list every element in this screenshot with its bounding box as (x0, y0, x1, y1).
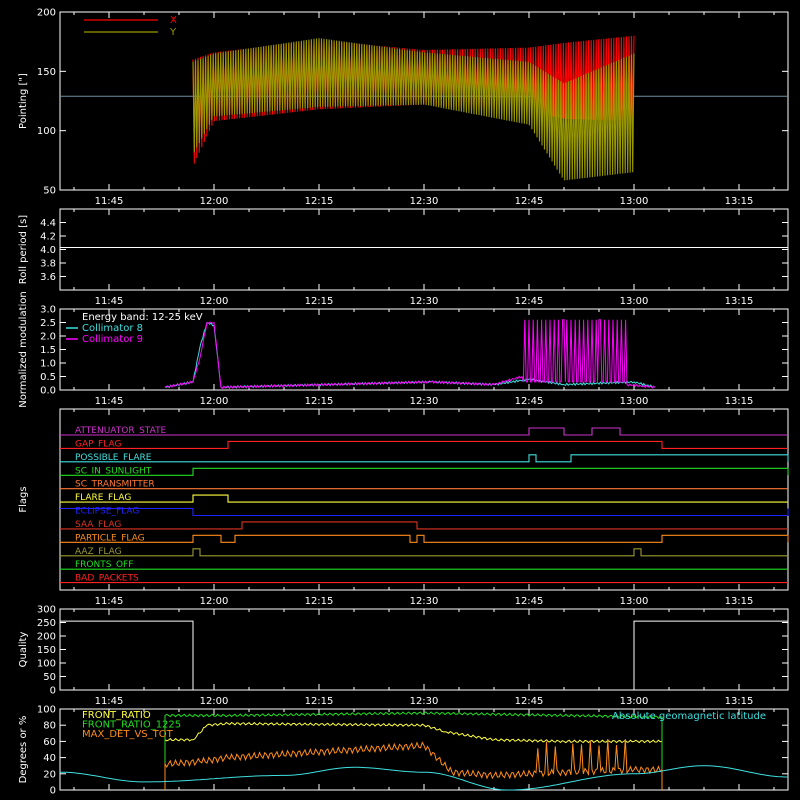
y-tick-label: 4.4 (40, 218, 56, 229)
y-tick-label: 60 (43, 737, 56, 748)
x-tick-label: 12:30 (410, 396, 439, 407)
y-tick-label: 150 (37, 645, 56, 656)
x-tick-label: 11:45 (95, 396, 124, 407)
x-tick-label: 13:00 (620, 596, 649, 607)
figure: 11:45 12:00 12:15 12:30 12:45 13:00 13:15 50 100… (0, 0, 800, 800)
y-axis-label: Roll period [s] (18, 215, 29, 284)
y-tick-label: 4.2 (40, 232, 56, 243)
y-tick-label: 200 (37, 8, 56, 19)
x-tick-label: 12:45 (515, 196, 544, 207)
flag-label: ATTENUATOR_STATE (75, 426, 167, 436)
x-tick-label: 13:15 (725, 196, 754, 207)
x-tick-label: 12:00 (200, 696, 229, 707)
x-tick-label: 12:15 (305, 396, 334, 407)
x-tick-label: 13:00 (620, 696, 649, 707)
legend-label-x: X (170, 15, 177, 26)
x-tick-label: 11:45 (95, 696, 124, 707)
y-tick-label: 80 (43, 721, 56, 732)
x-tick-label: 12:30 (410, 196, 439, 207)
y-tick-label: 3.0 (40, 305, 56, 316)
flag-label: BAD_PACKETS (75, 574, 139, 584)
legend-label: Collimator 8 (82, 323, 143, 334)
y-tick-label: 150 (37, 67, 56, 78)
x-tick-label: 12:30 (410, 696, 439, 707)
x-tick-label: 11:45 (95, 596, 124, 607)
y-tick-label: 1.5 (40, 345, 56, 356)
y-tick-label: 50 (43, 672, 56, 683)
y-tick-label: 2.5 (40, 318, 56, 329)
x-tick-label: 12:15 (305, 296, 334, 307)
x-tick-label: 12:00 (200, 196, 229, 207)
y-tick-label: 4.0 (40, 245, 56, 256)
y-tick-label: 3.6 (40, 272, 56, 283)
x-tick-label: 13:15 (725, 296, 754, 307)
x-tick-label: 13:00 (620, 296, 649, 307)
x-tick-label: 13:15 (725, 696, 754, 707)
x-tick-label: 12:15 (305, 696, 334, 707)
y-tick-label: 50 (43, 186, 56, 197)
x-tick-label: 13:00 (620, 196, 649, 207)
y-tick-label: 0 (50, 786, 56, 797)
flag-label: AAZ_FLAG (75, 547, 122, 557)
x-tick-label: 13:15 (725, 596, 754, 607)
y-tick-label: 100 (37, 659, 56, 670)
y-tick-label: 100 (37, 705, 56, 716)
x-tick-label: 12:15 (305, 196, 334, 207)
x-tick-label: 13:15 (725, 396, 754, 407)
x-tick-label: 11:45 (95, 296, 124, 307)
y-tick-label: 0.5 (40, 372, 56, 383)
y-tick-label: 40 (43, 753, 56, 764)
flag-label: FRONTS_OFF (75, 560, 133, 570)
y-tick-label: 3.8 (40, 259, 56, 270)
flag-label: SC_TRANSMITTER (75, 480, 155, 490)
x-tick-label: 12:45 (515, 596, 544, 607)
flag-label: SC_IN_SUNLIGHT (75, 466, 152, 476)
y-axis-label: Pointing ["] (18, 73, 29, 129)
y-axis-label: Flags (18, 486, 29, 512)
y-tick-label: 2.0 (40, 332, 56, 343)
x-tick-label: 12:45 (515, 296, 544, 307)
legend-label: Energy band: 12-25 keV (82, 312, 203, 323)
y-axis-label: Normalized modulation (18, 291, 29, 408)
y-tick-label: 100 (37, 126, 56, 137)
x-tick-label: 12:15 (305, 596, 334, 607)
y-tick-label: 200 (37, 632, 56, 643)
x-tick-label: 12:45 (515, 696, 544, 707)
x-tick-label: 11:45 (95, 196, 124, 207)
y-axis-label: Quality (18, 632, 29, 668)
y-tick-label: 20 (43, 769, 56, 780)
y-axis-label: Degrees or % (18, 716, 29, 784)
x-tick-label: 12:30 (410, 596, 439, 607)
flag-label: GAP_FLAG (75, 439, 121, 449)
y-tick-label: 1.0 (40, 359, 56, 370)
x-tick-label: 12:00 (200, 596, 229, 607)
y-tick-label: 0.0 (40, 386, 56, 397)
flag-label: POSSIBLE_FLARE (75, 453, 152, 463)
annotation-geomagnetic-latitude: Absolute geomagnetic latitude (612, 711, 766, 722)
x-tick-label: 12:00 (200, 396, 229, 407)
flag-label: SAA_FLAG (75, 520, 121, 530)
x-tick-label: 12:30 (410, 296, 439, 307)
legend-label: Collimator 9 (82, 334, 143, 345)
y-tick-label: 250 (37, 618, 56, 629)
flag-label: FLARE_FLAG (75, 493, 131, 503)
x-tick-label: 12:45 (515, 396, 544, 407)
flag-label: PARTICLE_FLAG (75, 533, 145, 543)
x-tick-label: 12:00 (200, 296, 229, 307)
legend-label: MAX_DET_VS_TOT (82, 729, 174, 740)
y-tick-label: 0 (50, 686, 56, 697)
legend-label-y: Y (169, 27, 177, 38)
x-tick-label: 13:00 (620, 396, 649, 407)
y-tick-label: 300 (37, 605, 56, 616)
flag-label: ECLIPSE_FLAG (75, 507, 139, 517)
